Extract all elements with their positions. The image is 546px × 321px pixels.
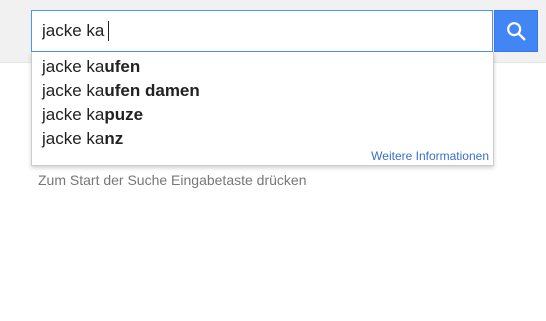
more-info-link[interactable]: Weitere Informationen bbox=[371, 149, 489, 163]
search-page: jacke kaufen jacke kaufen damen jacke ka… bbox=[0, 0, 546, 321]
suggestion-completion: puze bbox=[104, 105, 144, 124]
suggestion-completion: ufen bbox=[104, 57, 141, 76]
text-cursor bbox=[108, 21, 109, 41]
suggestion-item[interactable]: jacke kanz bbox=[32, 127, 493, 151]
suggestion-item[interactable]: jacke kaufen bbox=[32, 55, 493, 79]
suggestion-item[interactable]: jacke kaufen damen bbox=[32, 79, 493, 103]
search-box[interactable] bbox=[31, 10, 493, 52]
search-icon bbox=[507, 22, 526, 41]
suggestion-typed-text: jacke ka bbox=[42, 105, 105, 124]
suggestion-list: jacke kaufen jacke kaufen damen jacke ka… bbox=[32, 52, 493, 151]
suggestion-item[interactable]: jacke kapuze bbox=[32, 103, 493, 127]
suggestion-completion: ufen damen bbox=[104, 81, 200, 100]
suggestion-typed-text: jacke ka bbox=[42, 129, 105, 148]
enter-hint-text: Zum Start der Suche Eingabetaste drücken bbox=[38, 172, 307, 188]
autocomplete-dropdown: jacke kaufen jacke kaufen damen jacke ka… bbox=[31, 52, 494, 166]
suggestion-typed-text: jacke ka bbox=[42, 81, 105, 100]
suggestion-typed-text: jacke ka bbox=[42, 57, 105, 76]
search-button[interactable] bbox=[494, 10, 538, 52]
suggestion-completion: nz bbox=[104, 129, 124, 148]
